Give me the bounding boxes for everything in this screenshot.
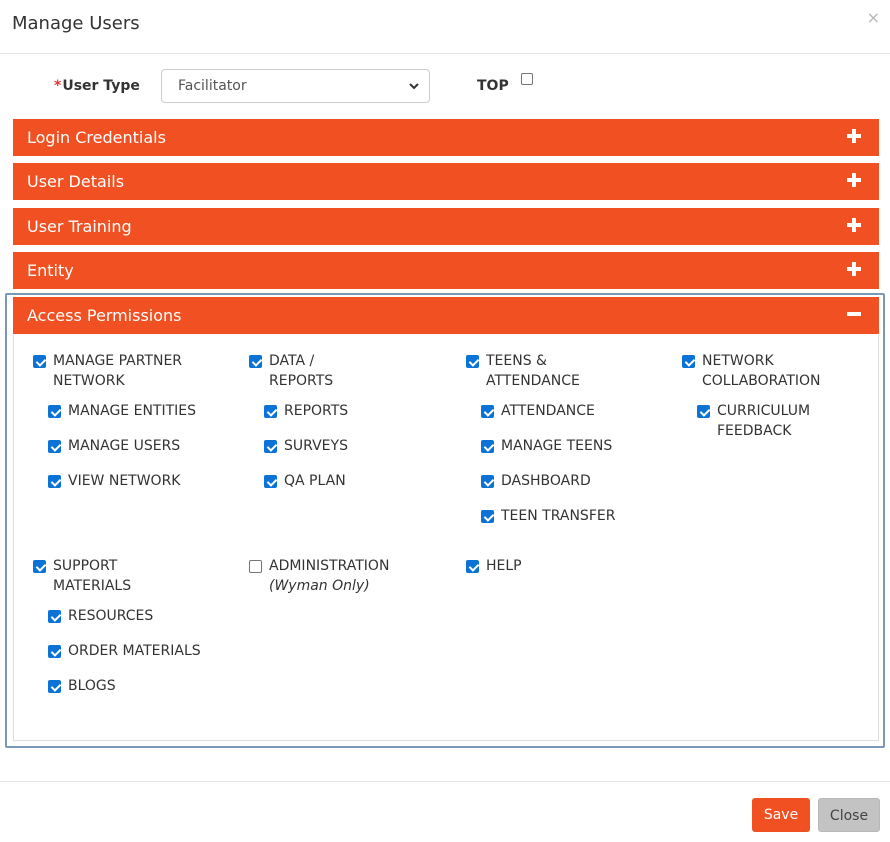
checkbox-resources[interactable]: [48, 610, 61, 623]
label-order-materials: Order Materials: [68, 643, 201, 659]
label-resources: Resources: [68, 608, 154, 624]
label-manage-partner-network-line2: Network: [53, 373, 125, 389]
label-view-network: View Network: [68, 473, 181, 489]
checkbox-manage-partner-network[interactable]: [33, 355, 46, 368]
chevron-down-icon: [409, 83, 419, 90]
label-help: Help: [486, 558, 522, 574]
label-manage-users: Manage Users: [68, 438, 181, 454]
user-type-label-text: User Type: [62, 78, 140, 94]
label-data-reports-line1: Data /: [269, 353, 315, 369]
modal-header: Manage Users ×: [0, 0, 890, 54]
top-checkbox[interactable]: [521, 73, 533, 85]
manage-users-modal: Manage Users × *User Type Facilitator TO…: [0, 0, 890, 842]
minus-icon[interactable]: [847, 307, 861, 321]
label-reports: Reports: [284, 403, 349, 419]
checkbox-reports[interactable]: [264, 405, 277, 418]
label-curriculum-feedback-line1: Curriculum: [717, 403, 811, 419]
label-dashboard: Dashboard: [501, 473, 591, 489]
checkbox-manage-entities[interactable]: [48, 405, 61, 418]
label-network-collaboration-line1: Network: [702, 353, 774, 369]
panel-user-details[interactable]: User Details: [13, 163, 879, 200]
checkbox-attendance[interactable]: [481, 405, 494, 418]
checkbox-teen-transfer[interactable]: [481, 510, 494, 523]
checkbox-help[interactable]: [466, 560, 479, 573]
checkbox-surveys[interactable]: [264, 440, 277, 453]
checkbox-teens-attendance[interactable]: [466, 355, 479, 368]
panel-login-credentials[interactable]: Login Credentials: [13, 119, 879, 156]
label-manage-teens: Manage Teens: [501, 438, 613, 454]
top-label: TOP: [477, 78, 509, 94]
modal-footer: Save Close: [0, 781, 890, 842]
modal-title: Manage Users: [12, 13, 140, 34]
close-button[interactable]: Close: [818, 798, 880, 832]
label-support-materials-line2: Materials: [53, 578, 132, 594]
label-attendance: Attendance: [501, 403, 595, 419]
checkbox-manage-teens[interactable]: [481, 440, 494, 453]
user-type-selected-value: Facilitator: [178, 78, 247, 94]
checkbox-network-collaboration[interactable]: [682, 355, 695, 368]
label-manage-entities: Manage Entities: [68, 403, 197, 419]
panel-user-training[interactable]: User Training: [13, 208, 879, 245]
label-curriculum-feedback-line2: Feedback: [717, 423, 792, 439]
user-type-select[interactable]: Facilitator: [161, 69, 430, 103]
close-icon[interactable]: ×: [867, 10, 880, 26]
note-wyman-only: (Wyman Only): [269, 578, 370, 594]
user-type-label: *User Type: [54, 78, 140, 94]
user-type-row: *User Type Facilitator TOP: [0, 69, 890, 105]
checkbox-support-materials[interactable]: [33, 560, 46, 573]
save-button[interactable]: Save: [752, 798, 810, 832]
label-support-materials-line1: Support: [53, 558, 118, 574]
checkbox-view-network[interactable]: [48, 475, 61, 488]
checkbox-data-reports[interactable]: [249, 355, 262, 368]
panel-access-permissions[interactable]: Access Permissions: [13, 297, 879, 334]
required-asterisk: *: [54, 78, 62, 94]
checkbox-blogs[interactable]: [48, 680, 61, 693]
label-data-reports-line2: Reports: [269, 373, 334, 389]
panel-entity-label: Entity: [27, 261, 74, 280]
label-administration: Administration: [269, 558, 390, 574]
label-teen-transfer: Teen Transfer: [501, 508, 616, 524]
label-teens-attendance-line2: Attendance: [486, 373, 580, 389]
label-network-collaboration-line2: Collaboration: [702, 373, 821, 389]
checkbox-dashboard[interactable]: [481, 475, 494, 488]
label-surveys: Surveys: [284, 438, 348, 454]
checkbox-qa-plan[interactable]: [264, 475, 277, 488]
label-blogs: Blogs: [68, 678, 116, 694]
label-teens-attendance-line1: Teens &: [486, 353, 547, 369]
panel-entity[interactable]: Entity: [13, 252, 879, 289]
label-qa-plan: QA Plan: [284, 473, 346, 489]
plus-icon[interactable]: [847, 262, 861, 276]
plus-icon[interactable]: [847, 218, 861, 232]
panel-login-credentials-label: Login Credentials: [27, 128, 166, 147]
access-permissions-body: [13, 335, 879, 741]
panel-user-training-label: User Training: [27, 217, 132, 236]
plus-icon[interactable]: [847, 129, 861, 143]
checkbox-curriculum-feedback[interactable]: [697, 405, 710, 418]
label-manage-partner-network-line1: Manage Partner: [53, 353, 183, 369]
panel-access-permissions-label: Access Permissions: [27, 306, 182, 325]
checkbox-manage-users[interactable]: [48, 440, 61, 453]
checkbox-administration[interactable]: [249, 560, 262, 573]
plus-icon[interactable]: [847, 173, 861, 187]
panel-user-details-label: User Details: [27, 172, 125, 191]
checkbox-order-materials[interactable]: [48, 645, 61, 658]
